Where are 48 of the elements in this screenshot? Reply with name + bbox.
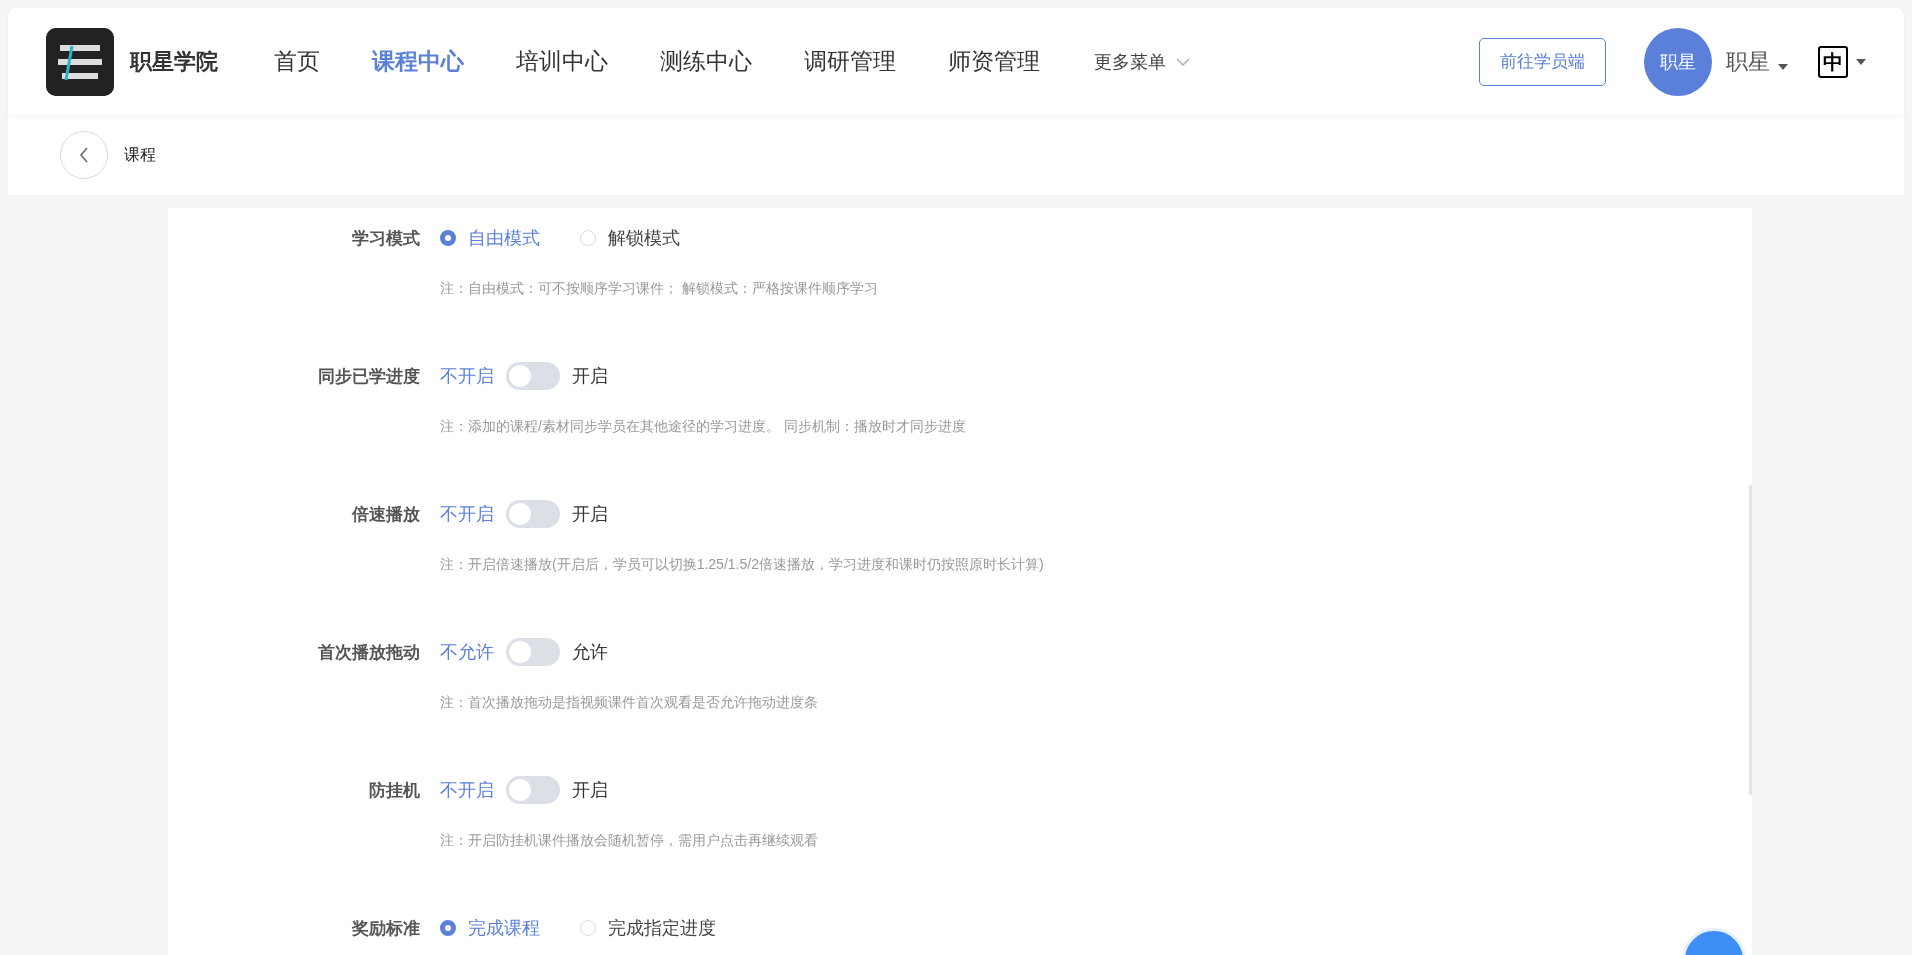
on-label: 开启 (572, 779, 608, 802)
setting-label: 奖励标准 (351, 917, 421, 940)
student-portal-button[interactable]: 前往学员端 (1479, 37, 1606, 86)
chevron-left-icon (79, 147, 89, 163)
nav-tab[interactable]: 师资管理 (922, 46, 1066, 77)
more-menu[interactable]: 更多菜单 (1094, 49, 1166, 74)
setting-note: 注：添加的课程/素材同步学员在其他途径的学习进度。 同步机制：播放时才同步进度 (440, 417, 967, 436)
toggle-switch[interactable] (506, 776, 560, 804)
toggle-switch[interactable] (506, 500, 560, 528)
setting-note: 注：开启防挂机课件播放会随机暂停，需用户点击再继续观看 (440, 831, 819, 850)
on-label: 允许 (572, 641, 608, 664)
user-avatar[interactable]: 职星 (1644, 27, 1712, 96)
setting-label: 防挂机 (368, 779, 421, 802)
back-button[interactable] (60, 131, 108, 179)
radio-option[interactable]: 自由模式 (440, 226, 540, 250)
radio-icon[interactable] (440, 230, 456, 246)
logo-icon (46, 27, 114, 96)
setting-note: 注：自由模式：可不按顺序学习课件； 解锁模式：严格按课件顺序学习 (440, 279, 879, 298)
off-label: 不开启 (440, 365, 494, 388)
language-button[interactable]: 中 (1818, 45, 1848, 78)
nav-tab[interactable]: 课程中心 (346, 46, 490, 77)
radio-option[interactable]: 完成课程 (440, 916, 540, 940)
user-name[interactable]: 职星 (1726, 46, 1770, 77)
setting-label: 同步已学进度 (317, 365, 421, 388)
on-label: 开启 (572, 503, 608, 526)
radio-icon[interactable] (440, 920, 456, 936)
nav-tab[interactable]: 调研管理 (778, 46, 922, 77)
nav-tab[interactable]: 培训中心 (490, 46, 634, 77)
toggle-switch[interactable] (506, 638, 560, 666)
off-label: 不开启 (440, 503, 494, 526)
nav-tab[interactable]: 测练中心 (634, 46, 778, 77)
off-label: 不开启 (440, 779, 494, 802)
caret-icon (1778, 63, 1788, 70)
radio-option[interactable]: 解锁模式 (580, 226, 680, 250)
brand-name: 职星学院 (130, 47, 218, 76)
setting-label: 学习模式 (351, 227, 421, 250)
on-label: 开启 (572, 365, 608, 388)
chevron-down-icon (1176, 57, 1190, 66)
setting-note: 注：开启倍速播放(开启后，学员可以切换1.25/1.5/2倍速播放，学习进度和课时仍按照原时长计算) (440, 555, 1045, 574)
radio-option[interactable]: 完成指定进度 (580, 916, 716, 940)
nav-tab[interactable]: 首页 (248, 46, 346, 77)
setting-note: 注：首次播放拖动是指视频课件首次观看是否允许拖动进度条 (440, 693, 819, 712)
setting-label: 首次播放拖动 (317, 641, 421, 664)
toggle-switch[interactable] (506, 362, 560, 390)
page-title: 课程 (124, 144, 156, 165)
setting-label: 倍速播放 (351, 503, 421, 526)
off-label: 不允许 (440, 641, 494, 664)
caret-icon (1856, 58, 1866, 65)
